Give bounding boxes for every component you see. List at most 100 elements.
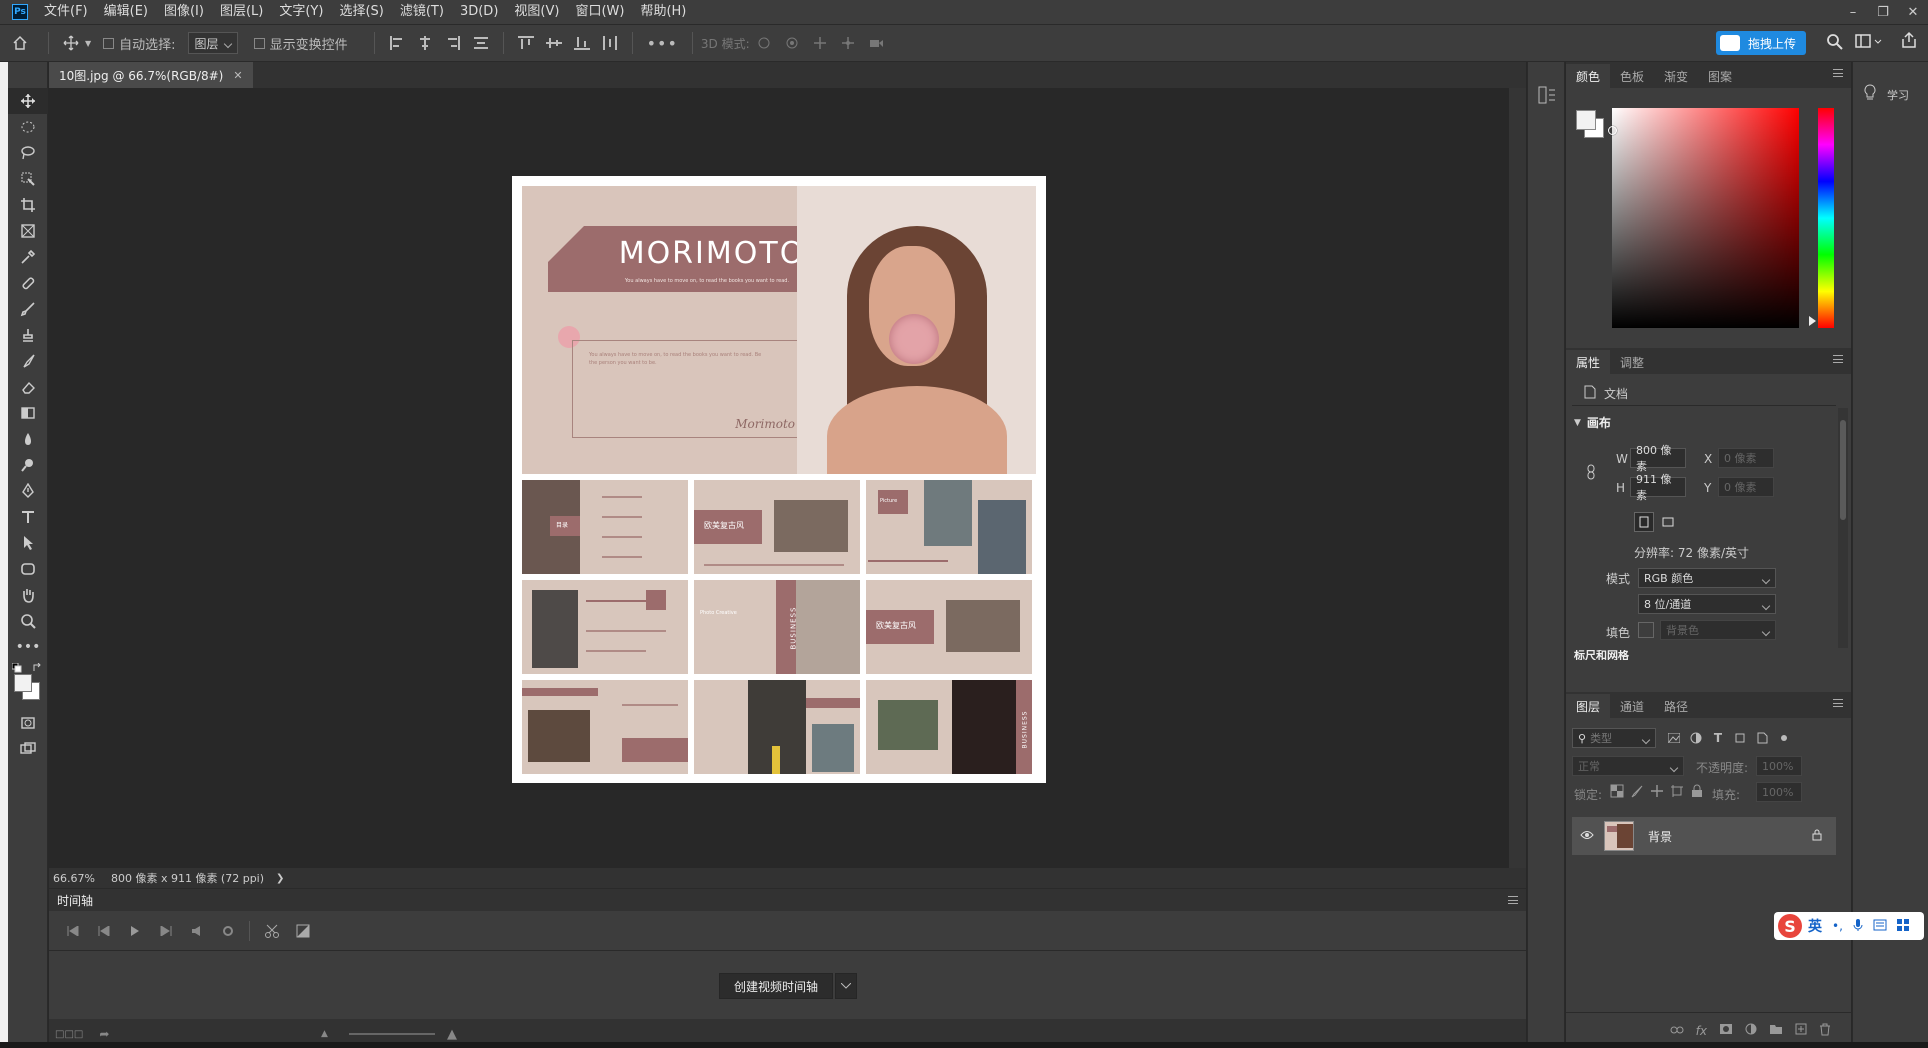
layer-row-background[interactable]: 背景: [1572, 817, 1836, 855]
auto-select-checkbox[interactable]: 自动选择:: [97, 29, 181, 57]
menu-image[interactable]: 图像(I): [156, 0, 212, 24]
3d-roll-icon[interactable]: [778, 29, 806, 57]
blend-mode-dropdown[interactable]: 正常: [1572, 756, 1684, 776]
color-mode-dropdown[interactable]: RGB 颜色: [1638, 568, 1776, 588]
smart-object-filter-icon[interactable]: [1754, 730, 1770, 746]
align-left-icon[interactable]: [383, 29, 411, 57]
menu-select[interactable]: 选择(S): [331, 0, 391, 24]
microphone-icon[interactable]: [1853, 918, 1863, 935]
lock-artboard-icon[interactable]: [1670, 784, 1684, 801]
eye-icon[interactable]: [1580, 829, 1594, 843]
eyedropper-tool-icon[interactable]: [8, 244, 48, 270]
tab-properties[interactable]: 属性: [1566, 350, 1611, 374]
3d-slide-icon[interactable]: [834, 29, 862, 57]
split-scissors-icon[interactable]: [256, 916, 287, 946]
swap-colors-icon[interactable]: [32, 662, 42, 676]
lock-icon[interactable]: [1812, 829, 1822, 844]
canvas-x-field[interactable]: 0 像素: [1718, 448, 1774, 468]
fx-icon[interactable]: fx: [1696, 1024, 1707, 1038]
fill-field[interactable]: 100%: [1756, 782, 1802, 802]
menu-help[interactable]: 帮助(H): [632, 0, 694, 24]
align-right-icon[interactable]: [439, 29, 467, 57]
canvas-section-header[interactable]: ▼ 画布: [1574, 414, 1611, 431]
restore-button[interactable]: ❐: [1868, 0, 1898, 24]
workspace-icon[interactable]: [1855, 33, 1883, 54]
timeline-panel-menu-icon[interactable]: [1508, 896, 1518, 904]
hand-tool-icon[interactable]: [8, 582, 48, 608]
foreground-color-swatch[interactable]: [14, 674, 32, 692]
timeline-title[interactable]: 时间轴: [57, 892, 93, 909]
learn-button[interactable]: 学习: [1863, 84, 1909, 105]
color-swatches[interactable]: [8, 660, 48, 700]
first-frame-icon[interactable]: [57, 916, 88, 946]
3d-rotate-icon[interactable]: [750, 29, 778, 57]
eraser-tool-icon[interactable]: [8, 374, 48, 400]
menu-type[interactable]: 文字(Y): [271, 0, 331, 24]
pen-tool-icon[interactable]: [8, 478, 48, 504]
close-icon[interactable]: ✕: [233, 69, 242, 82]
tab-adjustments[interactable]: 调整: [1610, 350, 1654, 374]
color-panel-menu-icon[interactable]: [1833, 69, 1843, 77]
foreground-color-chip[interactable]: [1576, 110, 1596, 130]
menu-file[interactable]: 文件(F): [36, 0, 96, 24]
lock-position-icon[interactable]: [1650, 784, 1664, 801]
lock-pixels-icon[interactable]: [1630, 784, 1644, 801]
new-group-icon[interactable]: [1769, 1023, 1783, 1038]
zoom-level[interactable]: 66.67%: [49, 872, 103, 885]
keyboard-icon[interactable]: [1873, 919, 1887, 934]
create-video-timeline-button[interactable]: 创建视频时间轴: [719, 973, 834, 999]
filter-toggle-icon[interactable]: [1776, 730, 1792, 746]
history-panel-icon[interactable]: [1538, 86, 1556, 107]
landscape-orientation-icon[interactable]: [1658, 512, 1678, 532]
hue-slider-handle[interactable]: [1809, 316, 1816, 326]
auto-select-dropdown[interactable]: 图层: [187, 32, 238, 54]
pixel-filter-icon[interactable]: [1666, 730, 1682, 746]
tab-swatches[interactable]: 色板: [1610, 64, 1654, 88]
marquee-tool-icon[interactable]: [8, 114, 48, 140]
brush-tool-icon[interactable]: [8, 296, 48, 322]
canvas-height-field[interactable]: 911 像素: [1630, 473, 1686, 502]
tab-paths[interactable]: 路径: [1654, 694, 1698, 718]
menu-window[interactable]: 窗口(W): [567, 0, 632, 24]
link-layers-icon[interactable]: [1670, 1024, 1684, 1038]
audio-icon[interactable]: [181, 916, 212, 946]
tab-gradients[interactable]: 渐变: [1654, 64, 1698, 88]
type-filter-icon[interactable]: T: [1710, 730, 1726, 746]
bit-depth-dropdown[interactable]: 8 位/通道: [1638, 594, 1776, 614]
lock-transparent-icon[interactable]: [1610, 784, 1624, 801]
distribute-vertical-icon[interactable]: [596, 29, 624, 57]
canvas-width-field[interactable]: 800 像素: [1630, 444, 1686, 473]
layer-filter-dropdown[interactable]: ⚲ 类型: [1572, 728, 1656, 748]
chevron-right-icon[interactable]: ❯: [276, 873, 284, 884]
frame-tool-icon[interactable]: [8, 218, 48, 244]
hue-slider[interactable]: [1818, 108, 1834, 328]
show-transform-checkbox[interactable]: 显示变换控件: [248, 29, 354, 57]
properties-scrollbar[interactable]: [1838, 408, 1848, 648]
path-select-tool-icon[interactable]: [8, 530, 48, 556]
adjustment-layer-icon[interactable]: [1745, 1023, 1757, 1038]
move-tool-icon[interactable]: [8, 88, 48, 114]
tab-layers[interactable]: 图层: [1566, 694, 1611, 718]
more-tools-icon[interactable]: •••: [8, 634, 48, 660]
document-artwork[interactable]: MORIMOTO You always have to move on, to …: [512, 176, 1046, 783]
object-select-tool-icon[interactable]: [8, 166, 48, 192]
3d-camera-icon[interactable]: [862, 29, 890, 57]
toolbox-icon[interactable]: [1896, 918, 1909, 934]
close-window-button[interactable]: ✕: [1898, 0, 1928, 24]
timeline-zoom-slider[interactable]: [349, 1033, 435, 1035]
search-icon[interactable]: [1826, 33, 1844, 54]
shape-filter-icon[interactable]: [1732, 730, 1748, 746]
gradient-tool-icon[interactable]: [8, 400, 48, 426]
link-icon[interactable]: [1586, 464, 1596, 483]
quick-mask-icon[interactable]: [8, 710, 48, 736]
dodge-tool-icon[interactable]: [8, 452, 48, 478]
menu-filter[interactable]: 滤镜(T): [392, 0, 452, 24]
chevron-down-icon[interactable]: [835, 973, 857, 999]
fill-dropdown[interactable]: 背景色: [1660, 620, 1776, 640]
fill-color-swatch[interactable]: [1638, 622, 1654, 638]
ime-language[interactable]: 英: [1808, 916, 1822, 936]
menu-edit[interactable]: 编辑(E): [96, 0, 156, 24]
align-bottom-icon[interactable]: [568, 29, 596, 57]
zoom-in-icon[interactable]: ▲: [447, 1027, 457, 1042]
3d-pan-icon[interactable]: [806, 29, 834, 57]
